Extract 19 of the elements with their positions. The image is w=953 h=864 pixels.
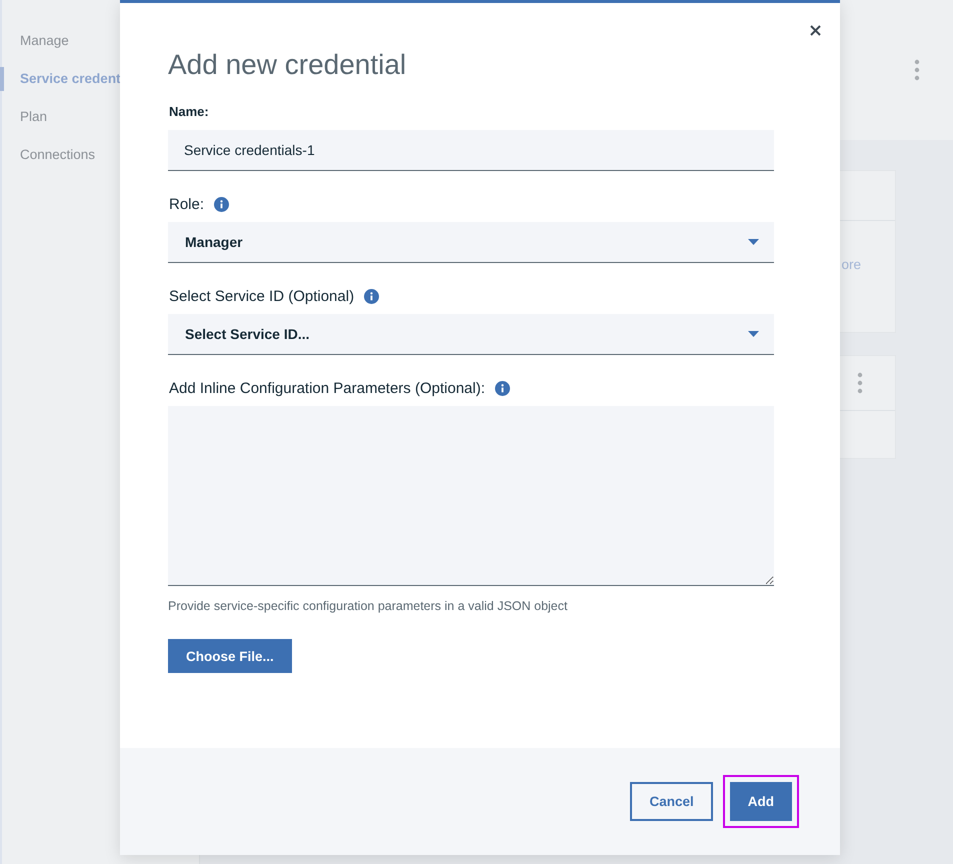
dropdown[interactable]: Manager [168,222,774,263]
parameters-field[interactable] [168,406,774,586]
field-label: Name: [169,104,209,119]
info-icon[interactable] [214,197,230,212]
dropdown[interactable]: Select Service ID... [168,314,774,355]
caret-icon [748,239,759,245]
help-text: Provide service-specific configuration parameters in a valid JSON object [168,599,568,613]
add-button[interactable]: Add [730,782,792,821]
cancel-button[interactable]: Cancel [630,782,713,821]
info-icon[interactable] [364,289,380,304]
field-label: Add Inline Configuration Parameters (Optional): [169,380,485,397]
caret-icon [748,331,759,337]
field-label: Role: [169,196,204,213]
info-icon[interactable] [495,381,510,396]
close-icon[interactable] [810,25,821,36]
choose-file-button[interactable]: Choose File... [168,639,292,673]
field-label: Select Service ID (Optional) [169,288,354,305]
name-field[interactable]: Service credentials-1 [168,130,774,171]
dialog-title: Add new credential [168,49,408,81]
